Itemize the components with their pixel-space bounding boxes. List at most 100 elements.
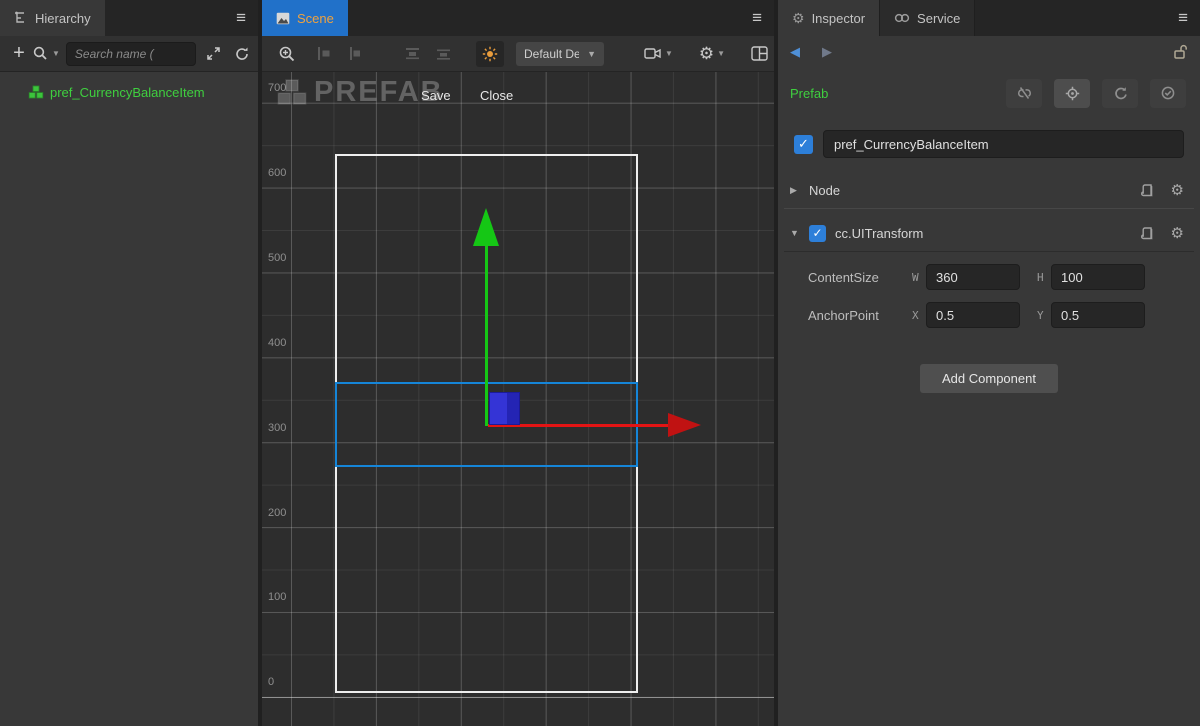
node-docs-icon[interactable] <box>1140 183 1155 198</box>
content-size-w-input[interactable] <box>926 264 1020 290</box>
node-name-row: ✓ <box>794 130 1184 158</box>
ruler-label: 500 <box>268 252 286 264</box>
align-left-icon[interactable] <box>316 46 332 61</box>
hierarchy-tree-icon <box>14 11 28 25</box>
anchor-point-label: AnchorPoint <box>794 308 912 323</box>
anchor-point-row: AnchorPoint X Y <box>794 302 1184 328</box>
content-size-h-input[interactable] <box>1051 264 1145 290</box>
anchor-point-x-input[interactable] <box>926 302 1020 328</box>
search-filter-icon[interactable]: ▼ <box>32 45 60 62</box>
gizmo-y-arrowhead-icon[interactable] <box>473 208 499 246</box>
align-center-h-icon[interactable] <box>346 46 362 61</box>
uitransform-section-header[interactable]: ▼ ✓ cc.UITransform ⚙ <box>778 215 1200 251</box>
prefab-watermark: PREFAB <box>276 76 444 109</box>
uitransform-label: cc.UITransform <box>835 226 923 241</box>
node-section-header[interactable]: ▶ Node ⚙ <box>778 172 1200 208</box>
hierarchy-item-prefab-root[interactable]: pref_CurrencyBalanceItem <box>0 80 258 104</box>
gizmo-toggle-button[interactable] <box>476 41 504 67</box>
y-axis-label: Y <box>1037 309 1051 322</box>
scene-settings-gear-icon[interactable]: ⚙ ▼ <box>699 44 725 64</box>
lock-open-icon[interactable] <box>1172 43 1188 60</box>
node-section-label: Node <box>809 183 840 198</box>
tab-scene-label: Scene <box>297 11 334 26</box>
prefab-reset-button[interactable] <box>1102 79 1138 108</box>
tab-hierarchy[interactable]: Hierarchy <box>0 0 105 36</box>
divider <box>784 208 1194 209</box>
gear-caret-icon: ▼ <box>717 49 725 58</box>
prefab-watermark-icon <box>276 78 308 108</box>
inspector-gear-icon: ⚙ <box>792 10 805 27</box>
layout-split-icon[interactable] <box>751 46 768 61</box>
camera-view-icon[interactable]: ▼ <box>644 46 673 61</box>
dropdown-caret-icon: ▼ <box>587 49 596 59</box>
inspector-tabbar: ⚙ Inspector Service ≡ <box>778 0 1200 36</box>
scene-toolbar: Default De... ▼ ▼ ⚙ ▼ <box>262 36 774 72</box>
world-y0-gridline <box>262 697 774 698</box>
node-name-input[interactable] <box>823 130 1184 158</box>
node-collapse-icon[interactable]: ▶ <box>790 185 800 196</box>
refresh-icon[interactable] <box>234 46 250 62</box>
nav-back-icon[interactable]: ◀ <box>790 44 800 60</box>
h-axis-label: H <box>1037 271 1051 284</box>
distribute-v-icon[interactable] <box>404 46 421 61</box>
tab-hierarchy-label: Hierarchy <box>35 11 91 26</box>
uitransform-enabled-checkbox[interactable]: ✓ <box>809 225 826 242</box>
uitransform-collapse-icon[interactable]: ▼ <box>790 228 800 238</box>
ruler-label: 300 <box>268 422 286 434</box>
prefab-cubes-icon <box>28 85 44 100</box>
prefab-header-row: Prefab <box>778 78 1200 108</box>
ruler-label: 100 <box>268 591 286 603</box>
camera-caret-icon: ▼ <box>665 49 673 58</box>
hierarchy-item-label: pref_CurrencyBalanceItem <box>50 85 205 100</box>
prefab-close-button[interactable]: Close <box>480 88 513 103</box>
inspector-menu-icon[interactable]: ≡ <box>1178 0 1188 36</box>
hierarchy-tabbar: Hierarchy ≡ <box>0 0 258 36</box>
scene-viewport[interactable]: 7006005004003002001000 PREFAB Save Close <box>262 72 774 726</box>
ruler-label: 600 <box>268 167 286 179</box>
content-size-label: ContentSize <box>794 270 912 285</box>
prefab-apply-button[interactable] <box>1150 79 1186 108</box>
inspector-navrow: ◀ ▶ <box>778 36 1200 68</box>
tab-service-label: Service <box>917 11 960 26</box>
scene-picture-icon <box>276 12 290 25</box>
tab-service[interactable]: Service <box>879 0 975 36</box>
service-link-icon <box>894 13 910 23</box>
tab-scene[interactable]: Scene <box>262 0 348 36</box>
prefab-locate-button[interactable] <box>1054 79 1090 108</box>
create-node-button[interactable]: + <box>6 42 32 65</box>
gizmo-x-arrowhead-icon[interactable] <box>668 413 701 437</box>
prefab-save-button[interactable]: Save <box>421 88 451 103</box>
nav-forward-icon[interactable]: ▶ <box>822 44 832 60</box>
scene-panel: Scene ≡ <box>262 0 774 726</box>
hierarchy-search-input[interactable] <box>66 42 196 66</box>
anchor-point-y-input[interactable] <box>1051 302 1145 328</box>
design-resolution-dropdown[interactable]: Default De... ▼ <box>516 42 604 66</box>
prefab-unlink-button[interactable] <box>1006 79 1042 108</box>
node-settings-gear-icon[interactable]: ⚙ <box>1171 181 1184 199</box>
zoom-icon[interactable] <box>278 45 296 63</box>
node-active-checkbox[interactable]: ✓ <box>794 135 813 154</box>
scene-menu-icon[interactable]: ≡ <box>752 0 762 36</box>
ruler-label: 0 <box>268 676 274 688</box>
tab-inspector[interactable]: ⚙ Inspector <box>778 0 879 36</box>
w-axis-label: W <box>912 271 926 284</box>
ruler-label: 200 <box>268 507 286 519</box>
inspector-panel: ⚙ Inspector Service ≡ ◀ ▶ Prefab <box>778 0 1200 726</box>
divider <box>784 251 1194 252</box>
x-axis-label: X <box>912 309 926 322</box>
add-component-button[interactable]: Add Component <box>920 364 1058 393</box>
content-size-row: ContentSize W H <box>794 264 1184 290</box>
gizmo-anchor-cube[interactable] <box>489 392 520 425</box>
hierarchy-panel: Hierarchy ≡ + ▼ <box>0 0 258 726</box>
ruler-label: 400 <box>268 337 286 349</box>
gizmo-y-axis[interactable] <box>485 244 488 426</box>
expand-all-icon[interactable] <box>206 46 221 61</box>
distribute-h-icon[interactable] <box>435 46 452 61</box>
tab-inspector-label: Inspector <box>812 11 865 26</box>
uitransform-docs-icon[interactable] <box>1140 226 1155 241</box>
uitransform-settings-gear-icon[interactable]: ⚙ <box>1171 224 1184 242</box>
prefab-state-label: Prefab <box>790 86 828 101</box>
design-resolution-value: Default De... <box>524 47 579 61</box>
scene-tabbar: Scene ≡ <box>262 0 774 36</box>
hierarchy-menu-icon[interactable]: ≡ <box>236 0 246 36</box>
